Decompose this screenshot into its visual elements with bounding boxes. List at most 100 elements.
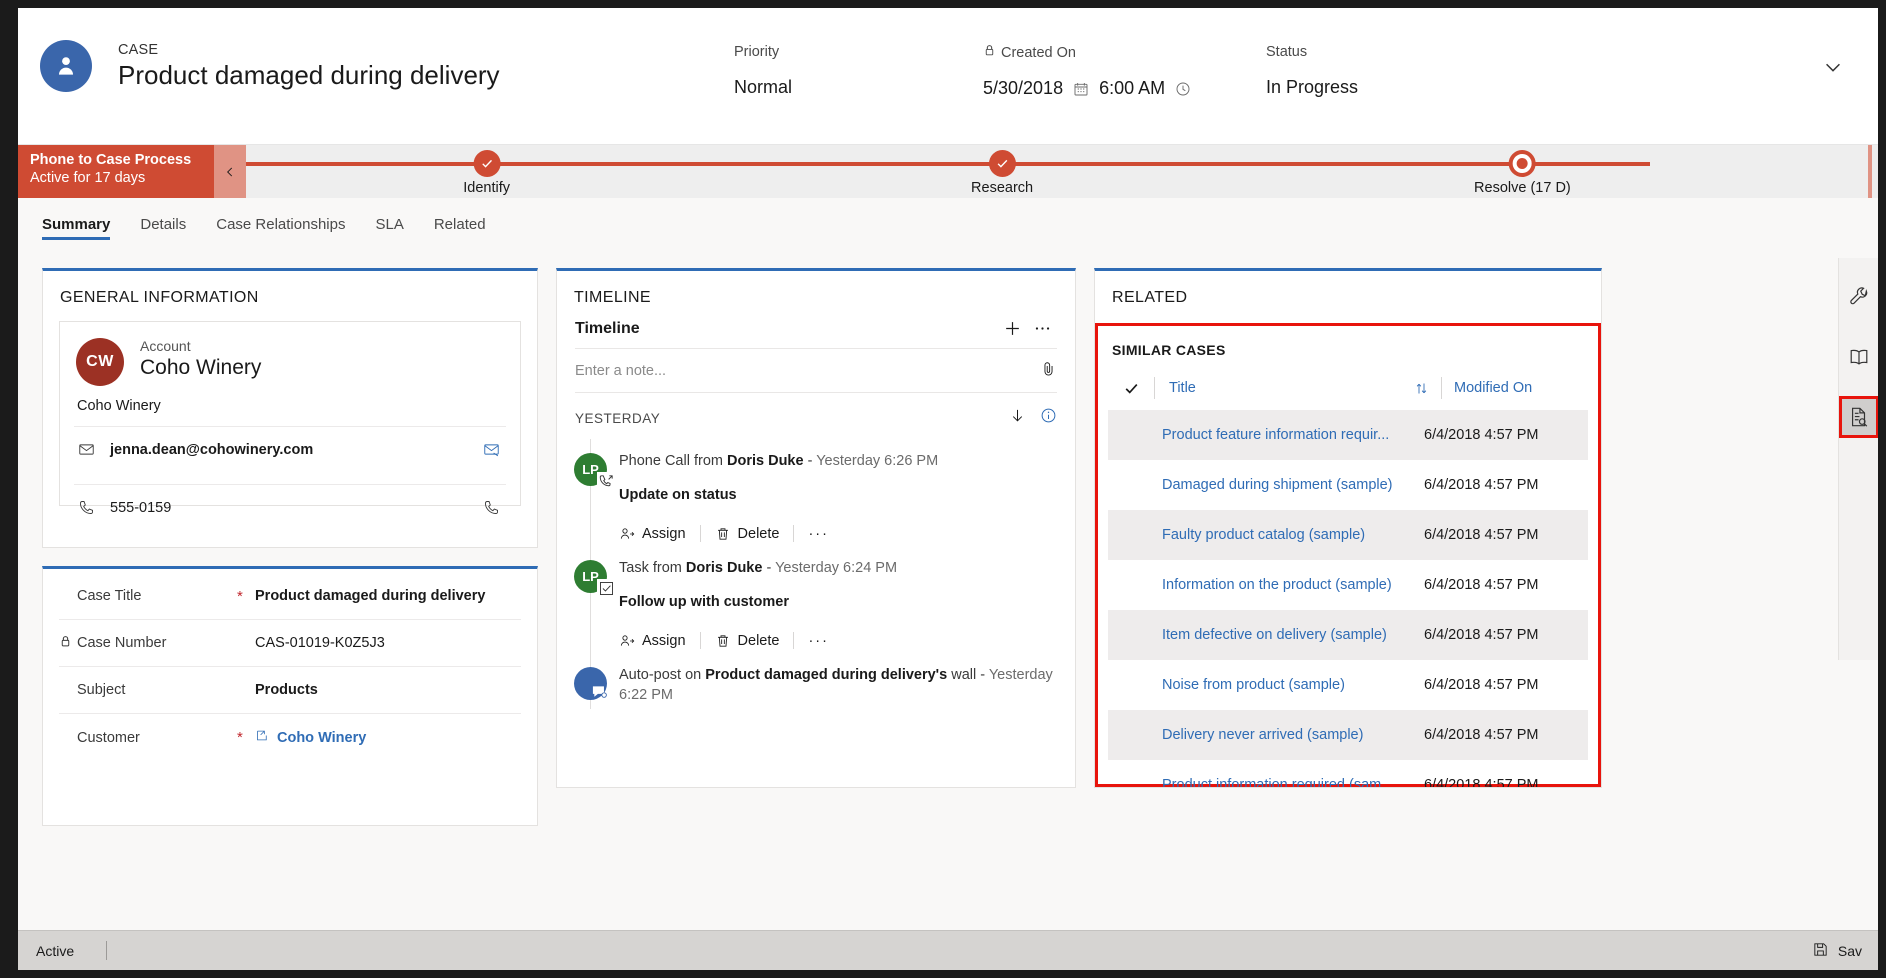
table-row[interactable]: Faulty product catalog (sample) 6/4/2018… [1108, 510, 1588, 560]
chevron-down-icon[interactable] [1816, 50, 1850, 84]
divider [793, 632, 795, 649]
auto-post-icon [590, 682, 609, 701]
delete-button[interactable]: Delete [715, 526, 794, 542]
send-email-icon[interactable] [480, 441, 502, 458]
book-icon[interactable] [1839, 336, 1879, 378]
row-title[interactable]: Damaged during shipment (sample) [1154, 477, 1418, 493]
column-header-modified-on[interactable]: Modified On [1442, 380, 1588, 396]
row-title[interactable]: Noise from product (sample) [1154, 677, 1418, 693]
wrench-icon[interactable] [1839, 276, 1879, 318]
note-input[interactable]: Enter a note... [575, 363, 1040, 379]
table-row[interactable]: Product information required (sam... 6/4… [1108, 760, 1588, 788]
process-stage-track: Identify Research Resolve (17 D) [246, 145, 1872, 198]
row-title[interactable]: Delivery never arrived (sample) [1154, 727, 1418, 743]
timeline-card: TIMELINE Timeline Enter a note... YESTER… [556, 268, 1076, 788]
entity-type-label: CASE [118, 42, 159, 58]
save-button[interactable]: Sav [1812, 941, 1878, 961]
section-title-general-information: GENERAL INFORMATION [60, 289, 259, 306]
related-card: RELATED SIMILAR CASES Title Modified On … [1094, 268, 1602, 788]
plus-icon[interactable] [997, 319, 1027, 338]
case-field-case-number: Case Number CAS-01019-K0Z5J3 [59, 620, 521, 667]
table-row[interactable]: Information on the product (sample) 6/4/… [1108, 560, 1588, 610]
tab-related[interactable]: Related [434, 216, 486, 240]
document-search-icon[interactable] [1838, 396, 1878, 438]
tab-details[interactable]: Details [140, 216, 186, 240]
timeline-entry-header: Task from Doris Duke - Yesterday 6:24 PM [619, 558, 1055, 578]
ellipsis-icon[interactable]: ··· [808, 526, 829, 542]
avatar: LP [574, 453, 616, 491]
row-modified-on: 6/4/2018 4:57 PM [1424, 527, 1539, 543]
row-title[interactable]: Product information required (sam... [1154, 777, 1418, 787]
created-on-label-text: Created On [1001, 44, 1076, 61]
arrow-down-icon[interactable] [1009, 407, 1026, 429]
status-bar: Active Sav [18, 930, 1878, 970]
priority-label: Priority [734, 44, 780, 60]
header-field-status: Status In Progress [1266, 44, 1358, 98]
timeline-entry-subject[interactable]: Follow up with customer [619, 594, 1055, 610]
column-header-title[interactable]: Title [1155, 380, 1402, 396]
account-email-value[interactable]: jenna.dean@cohowinery.com [110, 442, 466, 458]
row-title[interactable]: Product feature information requir... [1154, 427, 1418, 443]
save-icon [1812, 941, 1829, 961]
tab-sla[interactable]: SLA [375, 216, 403, 240]
ellipsis-icon[interactable]: ··· [808, 633, 829, 649]
table-row[interactable]: Product feature information requir... 6/… [1108, 410, 1588, 460]
created-on-value[interactable]: 5/30/2018 6:00 AM [983, 78, 1191, 99]
delete-button[interactable]: Delete [715, 633, 794, 649]
entry-prefix: Auto-post on [619, 667, 706, 683]
account-header: CW Account Coho Winery [60, 322, 520, 386]
table-row[interactable]: Item defective on delivery (sample) 6/4/… [1108, 610, 1588, 660]
paperclip-icon[interactable] [1040, 360, 1057, 382]
priority-value[interactable]: Normal [734, 77, 792, 98]
table-row[interactable]: Damaged during shipment (sample) 6/4/201… [1108, 460, 1588, 510]
note-input-row[interactable]: Enter a note... [575, 349, 1057, 393]
case-field-subject: Subject Products [59, 667, 521, 714]
row-title[interactable]: Information on the product (sample) [1154, 577, 1418, 593]
column-general-information: GENERAL INFORMATION CW Account Coho Wine… [42, 268, 538, 930]
process-stage-resolve[interactable]: Resolve (17 D) [1474, 145, 1571, 196]
field-label: Case Number [77, 635, 167, 651]
app-screenshot: CASE Product damaged during delivery Pri… [0, 0, 1886, 978]
ellipsis-icon[interactable] [1027, 319, 1057, 338]
info-icon[interactable] [1040, 407, 1057, 429]
entry-separator: wall - [947, 667, 989, 683]
process-stage-identify[interactable]: Identify [463, 145, 510, 196]
field-value[interactable]: Products [255, 682, 318, 698]
column-timeline: TIMELINE Timeline Enter a note... YESTER… [556, 268, 1076, 930]
delete-label: Delete [737, 632, 780, 649]
delete-label: Delete [737, 525, 780, 542]
table-row[interactable]: Delivery never arrived (sample) 6/4/2018… [1108, 710, 1588, 760]
entry-timestamp: Yesterday 6:24 PM [775, 560, 898, 576]
status-value[interactable]: In Progress [1266, 77, 1358, 98]
field-label: Subject [77, 682, 126, 698]
tab-summary[interactable]: Summary [42, 216, 111, 240]
row-modified-on: 6/4/2018 4:57 PM [1424, 477, 1539, 493]
status-bar-left: Active [18, 941, 108, 960]
chevron-left-icon[interactable] [214, 145, 246, 198]
account-summary-box: CW Account Coho Winery Coho Winery jenna… [59, 321, 521, 516]
table-row[interactable]: Noise from product (sample) 6/4/2018 4:5… [1108, 660, 1588, 710]
process-stage-research[interactable]: Research [971, 145, 1033, 196]
row-title[interactable]: Faulty product catalog (sample) [1154, 527, 1418, 543]
tab-case-relationships[interactable]: Case Relationships [216, 216, 345, 240]
assign-button[interactable]: Assign [619, 526, 700, 542]
right-side-rail [1838, 258, 1878, 660]
timeline-entry-subject[interactable]: Update on status [619, 487, 1055, 503]
timeline-entry-header: Auto-post on Product damaged during deli… [619, 665, 1055, 705]
field-value-link[interactable]: Coho Winery [255, 728, 366, 747]
call-icon[interactable] [480, 499, 502, 516]
row-modified-on: 6/4/2018 4:57 PM [1424, 777, 1539, 788]
row-title[interactable]: Item defective on delivery (sample) [1154, 627, 1418, 643]
calendar-icon[interactable] [1073, 81, 1089, 97]
assign-button[interactable]: Assign [619, 633, 700, 649]
sort-updown-icon[interactable] [1402, 381, 1441, 396]
similar-cases-header-row: Title Modified On [1108, 366, 1588, 410]
clock-icon[interactable] [1175, 81, 1191, 97]
field-value[interactable]: Product damaged during delivery [255, 588, 485, 604]
account-name[interactable]: Coho Winery [140, 356, 261, 380]
process-name-block[interactable]: Phone to Case Process Active for 17 days [18, 145, 214, 198]
field-label: Customer [77, 729, 140, 746]
account-phone-row: 555-0159 [74, 484, 506, 530]
checkmark-icon[interactable] [1108, 380, 1154, 397]
account-phone-value[interactable]: 555-0159 [110, 500, 466, 516]
